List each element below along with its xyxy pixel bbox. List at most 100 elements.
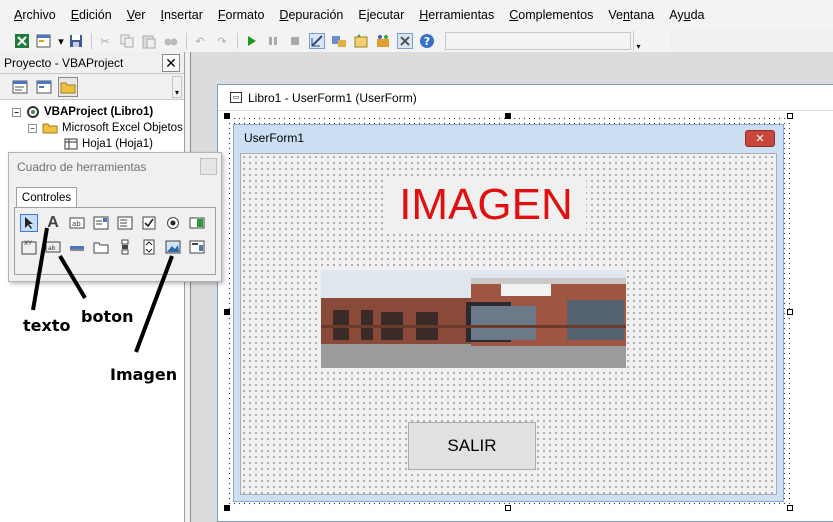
spinbutton-tool-icon[interactable] [140,238,158,256]
resize-handle[interactable] [224,309,230,315]
userform-close-icon[interactable]: ✕ [745,130,775,147]
paste-icon[interactable] [141,33,157,49]
view-object-icon[interactable] [34,77,54,97]
position-display [445,32,631,50]
object-browser-icon[interactable] [375,33,391,49]
menu-ejecutar[interactable]: Ejecutar [358,8,404,22]
texto-annotation: texto [23,316,71,335]
tree-folder[interactable]: − Microsoft Excel Objetos [0,120,184,136]
toolbox-title: Cuadro de herramientas [17,160,147,174]
toolbox-window: Cuadro de herramientas Controles A ab XY [8,152,222,282]
undo-icon[interactable]: ↶ [192,33,208,49]
salir-button[interactable]: SALIR [408,422,536,470]
refedit-tool-icon[interactable] [188,238,206,256]
label-tool-icon[interactable]: A [44,214,62,232]
menu-ayuda[interactable]: Ayuda [669,8,704,22]
find-icon[interactable] [163,33,179,49]
run-icon[interactable] [243,33,259,49]
standard-toolbar: ▾ ✂ ↶ ↷ ? ▾ [0,30,670,52]
menu-ver[interactable]: Ver [127,8,146,22]
pause-icon[interactable] [265,33,281,49]
svg-text:ab: ab [72,220,81,228]
userform-caption: UserForm1 [244,131,305,145]
select-objects-icon[interactable] [20,214,38,232]
toggle-folders-icon[interactable] [58,76,78,97]
menu-insertar[interactable]: Insertar [160,8,202,22]
toolbox-icon[interactable] [397,33,413,49]
tab-controles[interactable]: Controles [16,187,77,207]
view-code-icon[interactable] [10,77,30,97]
project-explorer-panel: Proyecto - VBAProject ✕ ▾ − VBAProject (… [0,52,185,522]
toolbox-titlebar[interactable]: Cuadro de herramientas [9,153,221,181]
properties-icon[interactable] [353,33,369,49]
help-icon[interactable]: ? [419,33,435,49]
menu-archivo[interactable]: Archivo [14,8,56,22]
toolbar-options-icon[interactable]: ▾ [633,31,643,51]
tree-folder-label: Microsoft Excel Objetos [62,122,183,134]
menu-herramientas[interactable]: Herramientas [419,8,494,22]
cut-icon[interactable]: ✂ [97,33,113,49]
menu-ventana[interactable]: Ventana [608,8,654,22]
collapse-icon[interactable]: − [12,107,21,117]
userform-window-icon: ▭ [230,92,242,103]
tabstrip-tool-icon[interactable] [68,238,86,256]
dropdown-arrow-icon[interactable]: ▾ [58,33,64,49]
imagen-label[interactable]: IMAGEN [386,180,586,230]
menu-formato[interactable]: Formato [218,8,265,22]
tree-sheet-label: Hoja1 (Hoja1) [82,138,153,150]
checkbox-tool-icon[interactable] [140,214,158,232]
redo-icon[interactable]: ↷ [214,33,230,49]
save-icon[interactable] [68,33,84,49]
svg-text:?: ? [424,35,430,48]
worksheet-icon [64,138,78,150]
userform[interactable]: UserForm1 ✕ IMAGEN SALIR [233,124,784,502]
combobox-tool-icon[interactable] [92,214,110,232]
stop-icon[interactable] [287,33,303,49]
project-explorer-icon[interactable] [331,33,347,49]
tree-root[interactable]: − VBAProject (Libro1) [0,104,184,120]
svg-text:ab: ab [48,245,56,252]
menu-complementos[interactable]: Complementos [509,8,593,22]
project-panel-titlebar: Proyecto - VBAProject ✕ [0,52,184,74]
resize-handle[interactable] [224,505,230,511]
image-tool-icon[interactable] [164,238,182,256]
tree-root-label: VBAProject (Libro1) [44,106,154,118]
textbox-tool-icon[interactable]: ab [68,214,86,232]
insert-userform-icon[interactable] [36,33,52,49]
listbox-tool-icon[interactable] [116,214,134,232]
image-control[interactable] [321,270,626,368]
design-mode-icon[interactable] [309,33,325,49]
close-icon[interactable]: ✕ [162,54,180,72]
frame-tool-icon[interactable]: XY [20,238,38,256]
resize-handle[interactable] [224,113,230,119]
toolbar-separator [186,33,187,49]
copy-icon[interactable] [119,33,135,49]
vba-project-icon [27,106,39,118]
panel-options-icon[interactable]: ▾ [172,76,182,98]
resize-handle[interactable] [787,309,793,315]
excel-view-icon[interactable] [14,33,30,49]
close-icon[interactable] [200,158,217,175]
optionbutton-tool-icon[interactable] [164,214,182,232]
userform-titlebar: UserForm1 ✕ [234,125,783,151]
resize-handle[interactable] [787,113,793,119]
designer-window-title: Libro1 - UserForm1 (UserForm) [248,90,417,105]
menu-edicion[interactable]: Edición [71,8,112,22]
resize-handle[interactable] [787,505,793,511]
resize-handle[interactable] [505,505,511,511]
folder-icon [42,123,58,134]
designer-window-titlebar[interactable]: ▭ Libro1 - UserForm1 (UserForm) [218,85,833,111]
userform-client-area[interactable]: IMAGEN SALIR [240,153,777,495]
collapse-icon[interactable]: − [28,123,37,133]
scrollbar-tool-icon[interactable] [116,238,134,256]
tree-sheet[interactable]: Hoja1 (Hoja1) [0,136,184,152]
togglebutton-tool-icon[interactable] [188,214,206,232]
project-panel-title: Proyecto - VBAProject [4,55,124,70]
menu-depuracion[interactable]: Depuración [279,8,343,22]
toolbar-separator [237,33,238,49]
resize-handle[interactable] [505,113,511,119]
multipage-tool-icon[interactable] [92,238,110,256]
project-tree: − VBAProject (Libro1) − Microsoft Excel … [0,100,184,152]
commandbutton-tool-icon[interactable]: ab [44,238,62,256]
boton-annotation: boton [81,307,134,326]
